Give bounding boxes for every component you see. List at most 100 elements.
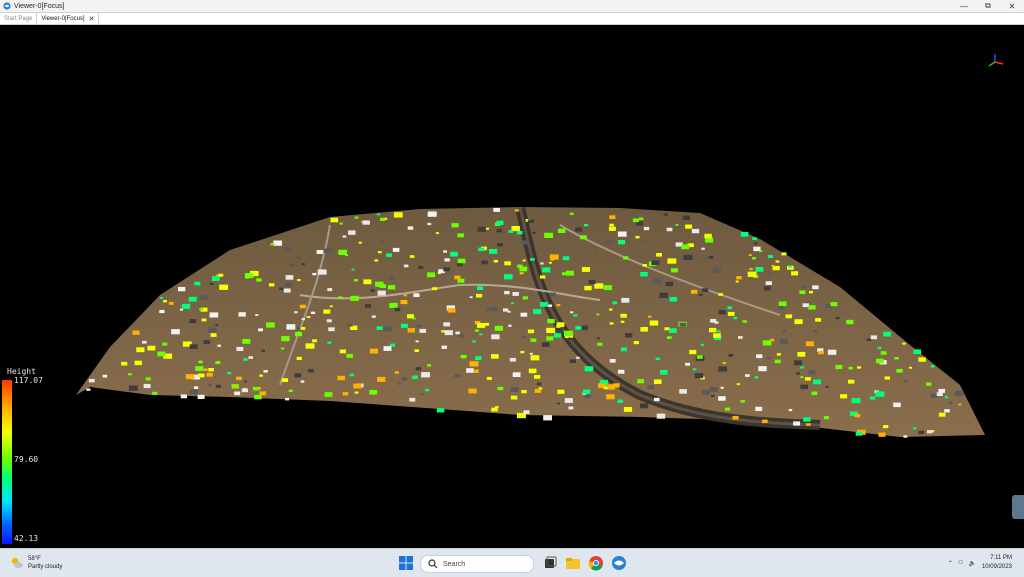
- building: [643, 226, 650, 231]
- building: [194, 281, 201, 286]
- tab-viewer[interactable]: Viewer-0[Focus] ✕: [36, 13, 100, 24]
- building: [327, 341, 332, 344]
- building: [718, 396, 726, 401]
- building: [507, 310, 511, 313]
- taskbar-search[interactable]: Search: [420, 555, 534, 573]
- building: [948, 401, 953, 404]
- building: [894, 357, 899, 360]
- building: [930, 365, 935, 368]
- tab-start-page[interactable]: Start Page: [0, 13, 36, 24]
- building: [270, 243, 275, 246]
- building: [549, 254, 559, 260]
- network-icon[interactable]: □: [959, 560, 963, 566]
- building: [389, 276, 395, 280]
- building: [694, 373, 704, 379]
- building: [163, 300, 167, 303]
- building: [685, 362, 690, 366]
- building: [546, 336, 554, 341]
- building: [893, 402, 901, 408]
- building: [490, 306, 498, 312]
- building: [493, 259, 499, 263]
- building: [351, 268, 355, 271]
- viewer-app-icon[interactable]: [611, 555, 627, 571]
- close-icon[interactable]: ✕: [1000, 0, 1024, 12]
- building: [776, 353, 781, 356]
- building: [774, 359, 781, 364]
- windows-start-icon[interactable]: [398, 555, 414, 571]
- volume-icon[interactable]: 🔈: [968, 560, 975, 567]
- building: [258, 328, 263, 332]
- building: [403, 294, 407, 297]
- building: [609, 322, 614, 325]
- clock[interactable]: 7:11 PM 10/09/2023: [982, 554, 1012, 572]
- building: [401, 323, 408, 328]
- building: [637, 379, 645, 384]
- building: [268, 283, 275, 287]
- building: [353, 383, 362, 389]
- building: [944, 396, 949, 399]
- building: [765, 281, 772, 285]
- building: [466, 368, 474, 373]
- building: [530, 258, 535, 261]
- building: [805, 377, 811, 381]
- building: [584, 223, 589, 227]
- building: [259, 374, 263, 377]
- building: [912, 427, 917, 430]
- building: [825, 385, 829, 388]
- building: [806, 341, 814, 347]
- building: [451, 223, 459, 228]
- building: [308, 369, 314, 373]
- building: [709, 327, 717, 333]
- side-panel-handle[interactable]: [1012, 495, 1024, 519]
- building: [649, 320, 659, 326]
- building: [436, 408, 445, 413]
- building: [206, 372, 213, 377]
- task-view-icon[interactable]: [542, 555, 558, 571]
- building: [364, 304, 372, 308]
- building: [521, 390, 527, 394]
- building: [121, 361, 128, 366]
- building: [813, 330, 818, 333]
- chrome-icon[interactable]: [588, 555, 604, 571]
- building: [197, 394, 205, 399]
- point-cloud-scene[interactable]: [0, 25, 1024, 548]
- minimize-icon[interactable]: —: [952, 0, 976, 12]
- building: [392, 247, 400, 252]
- building: [793, 421, 801, 426]
- file-explorer-icon[interactable]: [565, 555, 581, 571]
- building: [324, 248, 333, 254]
- building: [846, 319, 854, 325]
- chevron-up-icon[interactable]: ⌃: [948, 560, 953, 567]
- building: [532, 231, 536, 234]
- building: [512, 292, 519, 296]
- weather-widget[interactable]: 58°F Partly cloudy: [10, 555, 62, 571]
- building: [588, 279, 596, 284]
- building: [704, 233, 712, 239]
- building: [347, 323, 353, 327]
- building: [508, 324, 512, 327]
- restore-icon[interactable]: ⧉: [976, 0, 1000, 12]
- building: [835, 316, 840, 320]
- building: [788, 265, 792, 268]
- building: [752, 237, 757, 241]
- building: [203, 340, 211, 345]
- building: [369, 348, 378, 354]
- axis-gizmo-icon[interactable]: [988, 54, 1004, 67]
- building: [666, 227, 673, 232]
- building: [779, 339, 788, 345]
- building: [285, 398, 290, 401]
- building: [584, 394, 591, 399]
- point-cloud-viewer[interactable]: Height 117.07 79.60 42.13: [0, 25, 1024, 548]
- building: [403, 264, 409, 268]
- close-tab-icon[interactable]: ✕: [89, 15, 95, 23]
- building: [472, 340, 476, 343]
- building: [713, 268, 722, 274]
- building: [565, 270, 574, 276]
- building: [316, 250, 324, 254]
- building: [702, 389, 710, 395]
- building: [418, 266, 424, 269]
- building: [742, 320, 747, 323]
- building: [958, 403, 962, 406]
- building: [457, 263, 463, 267]
- building: [178, 286, 186, 292]
